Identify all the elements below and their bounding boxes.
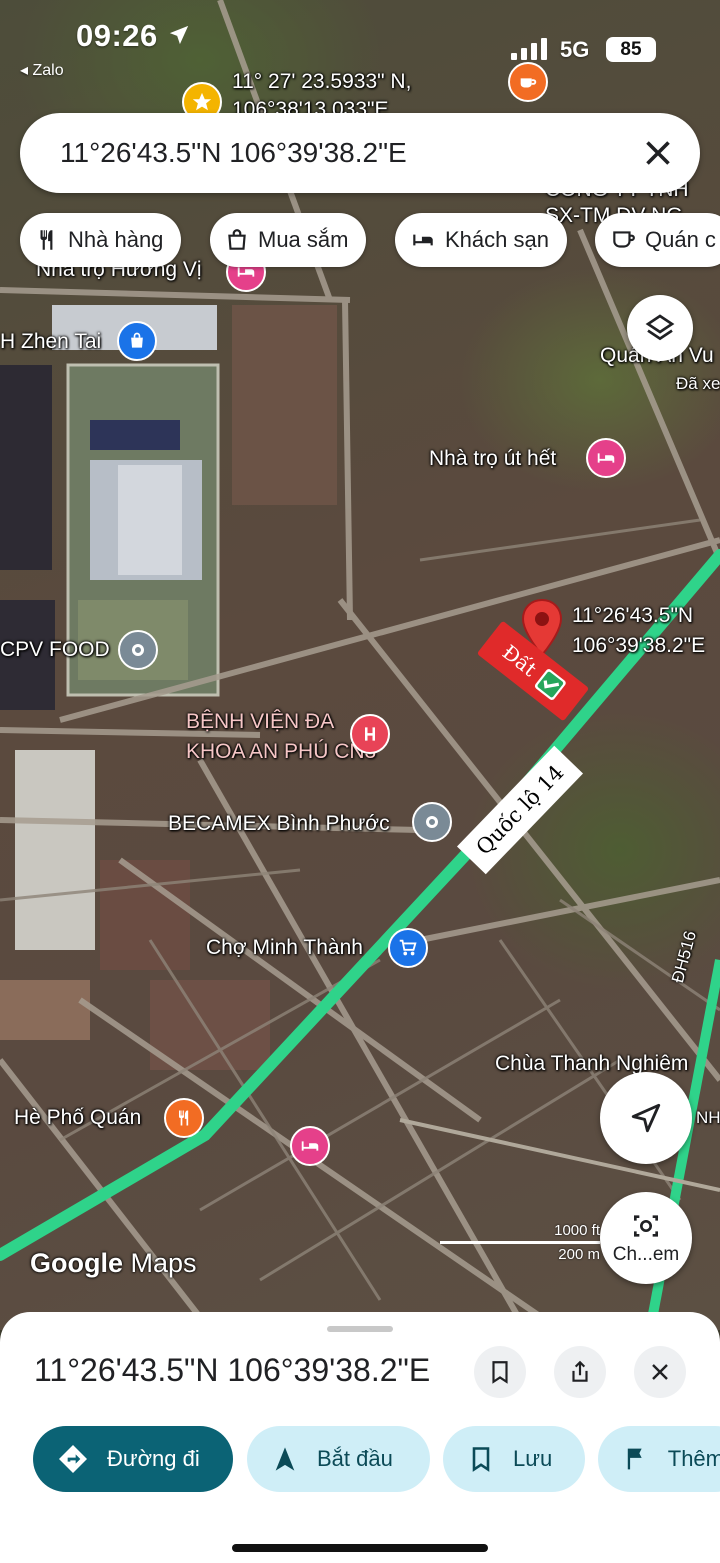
check-box-icon: [535, 669, 566, 701]
maps-wordmark: Maps: [130, 1248, 197, 1278]
pin-coord-lat: 11°26'43.5"N: [572, 604, 694, 627]
place-title: 11°26'43.5"N 106°39'38.2"E: [34, 1352, 431, 1388]
share-icon: [572, 1360, 588, 1382]
chip-hotels[interactable]: Khách sạn: [395, 213, 567, 267]
place-label-cpv-food[interactable]: CPV FOOD: [0, 638, 110, 662]
place-label-benh-vien-2[interactable]: KHOA AN PHÚ CN3: [186, 740, 376, 764]
land-tag-label: Đất: [497, 639, 542, 682]
my-location-button[interactable]: [600, 1072, 692, 1164]
save-label: Lưu: [513, 1446, 553, 1471]
place-label-benh-vien-1[interactable]: BỆNH VIỆN ĐA: [186, 710, 334, 734]
save-button[interactable]: [474, 1346, 526, 1398]
place-label-nh: NH: [696, 1108, 720, 1127]
bookmark-icon: [472, 1447, 490, 1472]
chip-cafes[interactable]: Quán c: [595, 213, 720, 267]
search-query[interactable]: 11°26'43.5"N 106°39'38.2"E: [60, 137, 407, 169]
more-button[interactable]: Thêm: [598, 1426, 720, 1492]
chip-restaurants[interactable]: Nhà hàng: [20, 213, 182, 267]
directions-button[interactable]: Đường đi: [33, 1426, 233, 1492]
flag-icon: [627, 1448, 642, 1470]
hospital-icon[interactable]: [350, 714, 390, 754]
close-icon: [652, 1364, 668, 1380]
place-label-he-pho-quan[interactable]: Hè Phố Quán: [14, 1106, 141, 1130]
navigation-icon: [275, 1447, 295, 1471]
sheet-drag-handle[interactable]: [327, 1326, 393, 1332]
place-label-zhen-tai[interactable]: H Zhen Tai: [0, 330, 101, 354]
bookmark-icon: [492, 1361, 508, 1384]
pin-icon[interactable]: [118, 630, 158, 670]
fork-knife-icon[interactable]: [164, 1098, 204, 1138]
chip-label: Quán c: [645, 227, 716, 252]
chip-label: Mua sắm: [258, 227, 349, 252]
place-label-cho-minh-thanh[interactable]: Chợ Minh Thành: [206, 936, 363, 960]
place-label-nha-tro-ut-het[interactable]: Nhà trọ út hết: [429, 447, 556, 471]
pin-icon[interactable]: [412, 802, 452, 842]
bed-icon[interactable]: [586, 438, 626, 478]
pin-coord-lng: 106°39'38.2"E: [572, 634, 706, 657]
scale-ft: 1000 ft: [554, 1222, 600, 1239]
chip-label: Nhà hàng: [68, 227, 164, 252]
close-sheet-button[interactable]: [634, 1346, 686, 1398]
shopping-bag-icon: [228, 229, 246, 250]
google-wordmark: Google: [30, 1248, 123, 1278]
search-bar[interactable]: 11°26'43.5"N 106°39'38.2"E: [20, 113, 700, 193]
close-icon[interactable]: [640, 135, 676, 171]
category-chips: Nhà hàng Mua sắm Khách sạn Quán c: [20, 213, 720, 267]
start-label: Bắt đầu: [317, 1446, 393, 1471]
save-action-button[interactable]: Lưu: [443, 1426, 585, 1492]
place-label-da-xe: Đã xe: [676, 374, 720, 393]
directions-label: Đường đi: [107, 1446, 200, 1471]
bed-icon: [413, 234, 433, 246]
layers-button[interactable]: [627, 295, 693, 361]
chip-label: Khách sạn: [445, 227, 549, 252]
camera-lens-icon: [634, 1215, 658, 1237]
google-maps-logo: Google Maps: [30, 1248, 197, 1279]
bed-icon[interactable]: [290, 1126, 330, 1166]
cart-icon[interactable]: [388, 928, 428, 968]
layers-icon: [645, 314, 675, 341]
place-label-becamex[interactable]: BECAMEX Bình Phước: [168, 812, 390, 836]
home-indicator: [232, 1544, 488, 1552]
coffee-cup-icon: [613, 231, 635, 248]
start-button[interactable]: Bắt đầu: [247, 1426, 430, 1492]
fork-knife-icon: [40, 230, 53, 250]
location-arrow-icon: [169, 25, 189, 45]
map-scale: 1000 ft 200 m: [440, 1222, 600, 1263]
shopping-bag-icon[interactable]: [117, 321, 157, 361]
back-to-app-link[interactable]: ◂ Zalo: [20, 60, 64, 80]
lens-button[interactable]: Ch...em: [600, 1192, 692, 1284]
status-time: 09:26: [76, 18, 158, 53]
battery-indicator: 85: [606, 37, 656, 62]
directions-icon: [59, 1445, 87, 1473]
share-button[interactable]: [554, 1346, 606, 1398]
signal-icon: [511, 38, 547, 60]
network-type: 5G: [560, 37, 590, 62]
chip-shopping[interactable]: Mua sắm: [210, 213, 367, 267]
lens-label: Ch...em: [612, 1244, 680, 1265]
scale-m: 200 m: [558, 1246, 600, 1263]
navigation-arrow-icon: [631, 1103, 661, 1133]
place-bottom-sheet[interactable]: 11°26'43.5"N 106°39'38.2"E Đường đi Bắt …: [0, 1312, 720, 1563]
status-bar: 09:26 ◂ Zalo 5G 85: [0, 0, 720, 90]
place-label-chua-thanh-nghiem[interactable]: Chùa Thanh Nghiêm: [495, 1052, 688, 1076]
more-label: Thêm: [667, 1446, 720, 1471]
